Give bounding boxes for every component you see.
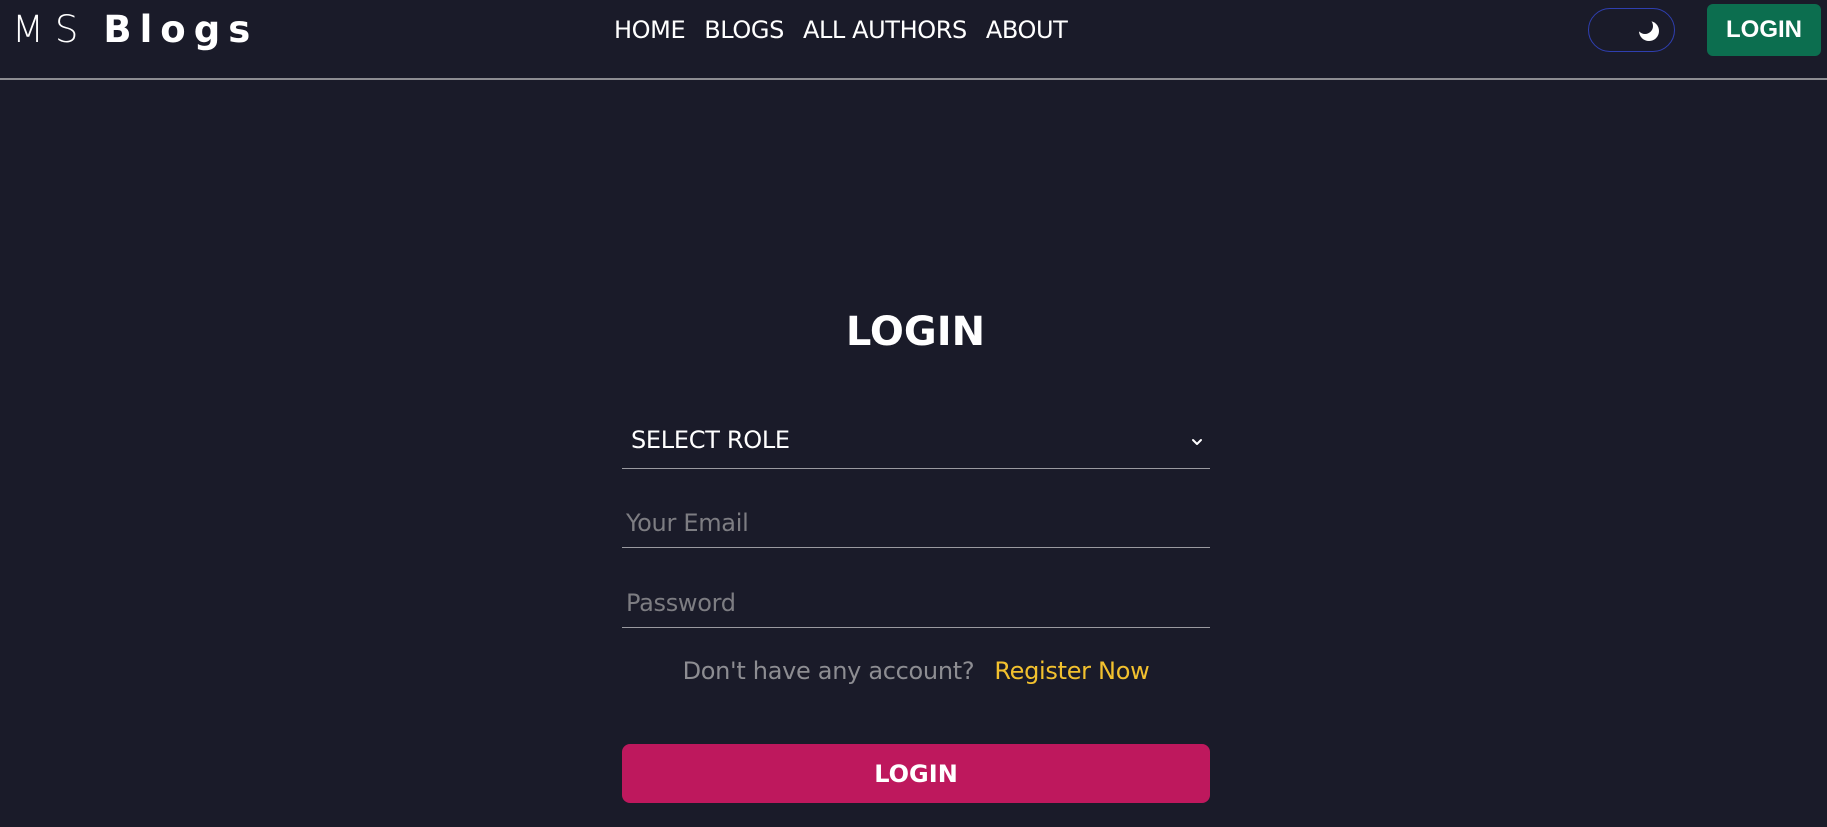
theme-toggle[interactable] (1588, 8, 1675, 52)
login-submit-button[interactable]: LOGIN (622, 744, 1210, 803)
nav-all-authors-link[interactable]: ALL AUTHORS (803, 16, 967, 44)
password-field-wrapper (622, 578, 1210, 628)
nav-blogs-link[interactable]: BLOGS (704, 16, 784, 44)
page-title: LOGIN (845, 309, 986, 355)
logo-text-ms: MS (12, 8, 90, 51)
main-nav: HOME BLOGS ALL AUTHORS ABOUT (614, 12, 1068, 48)
register-prompt: Don't have any account? (682, 657, 975, 685)
role-select-value: SELECT ROLE (631, 426, 790, 454)
email-field-wrapper (622, 498, 1210, 548)
password-input[interactable] (622, 578, 1210, 627)
moon-icon (1639, 21, 1659, 41)
register-now-link[interactable]: Register Now (994, 657, 1149, 685)
navbar: MS Blogs HOME BLOGS ALL AUTHORS ABOUT LOG… (0, 0, 1827, 80)
register-row: Don't have any account? Register Now (622, 656, 1210, 686)
email-input[interactable] (622, 498, 1210, 547)
logo-text-blogs: Blogs (103, 8, 259, 51)
role-select[interactable]: SELECT ROLE (622, 420, 1210, 469)
site-logo[interactable]: MS Blogs (12, 8, 258, 52)
nav-about-link[interactable]: ABOUT (986, 16, 1068, 44)
chevron-down-icon (1192, 439, 1202, 445)
nav-home-link[interactable]: HOME (614, 16, 686, 44)
header-login-button[interactable]: LOGIN (1707, 4, 1821, 56)
